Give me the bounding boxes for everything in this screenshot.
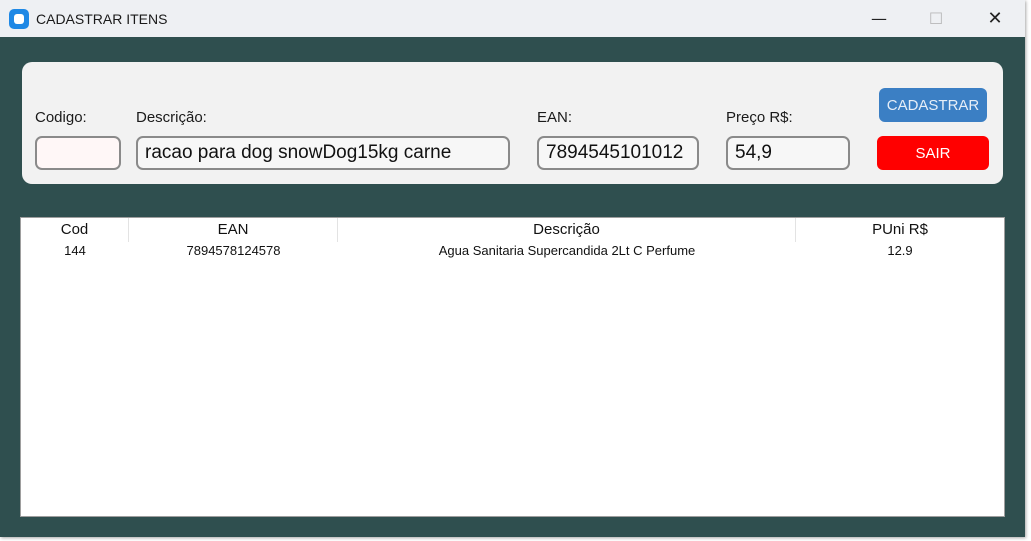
sair-button[interactable]: SAIR	[877, 136, 989, 170]
preco-input[interactable]	[726, 136, 850, 170]
app-window: CADASTRAR ITENS — ☐ ✕ Codigo: Descrição:…	[0, 0, 1025, 537]
window-title: CADASTRAR ITENS	[36, 10, 168, 27]
cell-cod: 144	[64, 243, 86, 258]
column-header-puni[interactable]: PUni R$	[796, 218, 1004, 242]
column-header-ean[interactable]: EAN	[129, 218, 338, 242]
title-bar: CADASTRAR ITENS — ☐ ✕	[0, 0, 1025, 37]
maximize-icon[interactable]: ☐	[907, 0, 965, 37]
table-row[interactable]: 144 7894578124578 Agua Sanitaria Superca…	[21, 242, 1004, 262]
close-icon[interactable]: ✕	[966, 0, 1024, 37]
ean-input[interactable]	[537, 136, 699, 170]
cell-descricao: Agua Sanitaria Supercandida 2Lt C Perfum…	[438, 243, 696, 258]
column-header-cod[interactable]: Cod	[21, 218, 129, 242]
items-table[interactable]: Cod EAN Descrição PUni R$ 144 7894578124…	[20, 217, 1005, 517]
cell-puni: 12.9	[887, 243, 913, 258]
ean-label: EAN:	[537, 109, 573, 126]
codigo-label: Codigo:	[35, 109, 87, 126]
cell-ean: 7894578124578	[186, 243, 281, 258]
cadastrar-button[interactable]: CADASTRAR	[879, 88, 987, 122]
column-header-descricao[interactable]: Descrição	[338, 218, 796, 242]
form-panel: Codigo: Descrição: EAN: Preço R$: CADAST…	[22, 62, 1003, 184]
app-icon	[9, 8, 29, 29]
codigo-input[interactable]	[35, 136, 121, 170]
table-header: Cod EAN Descrição PUni R$	[21, 218, 1004, 242]
descricao-input[interactable]	[136, 136, 510, 170]
descricao-label: Descrição:	[136, 109, 207, 126]
minimize-icon[interactable]: —	[850, 0, 908, 37]
preco-label: Preço R$:	[726, 109, 793, 126]
